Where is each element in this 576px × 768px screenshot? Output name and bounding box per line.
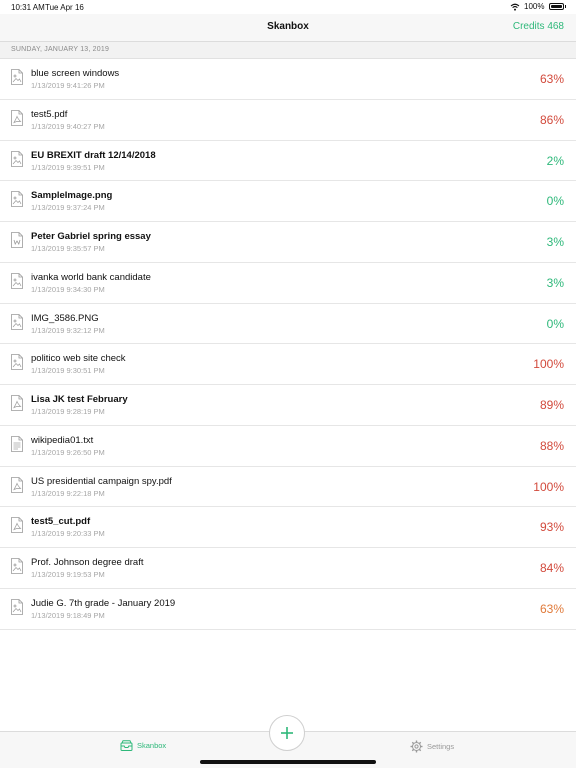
image-file-icon xyxy=(11,558,23,574)
list-item[interactable]: EU BREXIT draft 12/14/2018 1/13/2019 9:39… xyxy=(0,141,576,182)
add-document-button[interactable] xyxy=(269,715,305,751)
wifi-icon xyxy=(510,3,520,11)
battery-tip xyxy=(564,5,566,8)
document-name: Peter Gabriel spring essay xyxy=(31,231,151,242)
document-timestamp: 1/13/2019 9:26:50 PM xyxy=(31,447,105,457)
plagiarism-percent: 100% xyxy=(533,357,564,372)
document-timestamp: 1/13/2019 9:30:51 PM xyxy=(31,366,105,376)
tab-settings[interactable]: Settings xyxy=(410,740,454,753)
text-file-icon xyxy=(11,435,23,452)
list-item[interactable]: Prof. Johnson degree draft 1/13/2019 9:19… xyxy=(0,548,576,589)
tab-skanbox[interactable]: Skanbox xyxy=(120,740,166,751)
document-name: EU BREXIT draft 12/14/2018 xyxy=(31,149,156,161)
list-item[interactable]: Judie G. 7th grade - January 2019 1/13/20… xyxy=(0,589,576,630)
plagiarism-percent: 100% xyxy=(533,479,564,494)
status-bar: 10:31 AM Tue Apr 16 100% xyxy=(0,0,576,14)
home-indicator xyxy=(200,760,376,764)
list-item[interactable]: politico web site check 1/13/2019 9:30:51… xyxy=(0,344,576,385)
document-name: US presidential campaign spy.pdf xyxy=(31,475,172,487)
document-list: blue screen windows 1/13/2019 9:41:26 PM 6… xyxy=(0,59,576,630)
status-right: 100% xyxy=(510,2,566,11)
plagiarism-percent: 88% xyxy=(539,438,564,453)
list-item[interactable]: SampleImage.png 1/13/2019 9:37:24 PM 0% xyxy=(0,181,576,222)
page-title: Skanbox xyxy=(267,21,309,32)
document-name: wikipedia01.txt xyxy=(31,434,94,446)
document-timestamp: 1/13/2019 9:37:24 PM xyxy=(31,203,105,213)
document-timestamp: 1/13/2019 9:28:19 PM xyxy=(31,407,105,416)
tab-skanbox-label: Skanbox xyxy=(137,741,167,750)
document-timestamp: 1/13/2019 9:40:27 PM xyxy=(31,121,105,131)
document-timestamp: 1/13/2019 9:41:26 PM xyxy=(31,81,105,90)
plagiarism-percent: 3% xyxy=(546,235,564,249)
plagiarism-percent: 86% xyxy=(539,112,564,127)
status-time: 10:31 AM xyxy=(11,3,45,12)
image-file-icon xyxy=(11,354,23,371)
document-name: SampleImage.png xyxy=(31,190,113,202)
list-item[interactable]: IMG_3586.PNG 1/13/2019 9:32:12 PM 0% xyxy=(0,304,576,345)
status-date: Tue Apr 16 xyxy=(45,3,84,12)
plagiarism-percent: 2% xyxy=(546,153,564,168)
document-timestamp: 1/13/2019 9:19:53 PM xyxy=(31,570,105,579)
inbox-tray-icon xyxy=(120,740,133,751)
nav-bar: Skanbox Credits 468 xyxy=(0,14,576,42)
document-name: Prof. Johnson degree draft xyxy=(31,557,144,568)
battery-percent: 100% xyxy=(524,2,545,11)
document-name: ivanka world bank candidate xyxy=(31,271,151,283)
plagiarism-percent: 89% xyxy=(539,398,564,412)
document-name: Lisa JK test February xyxy=(31,394,128,405)
image-file-icon xyxy=(11,150,23,167)
battery-icon xyxy=(548,3,564,10)
image-file-icon xyxy=(11,191,23,208)
list-item[interactable]: wikipedia01.txt 1/13/2019 9:26:50 PM 88% xyxy=(0,426,576,467)
plagiarism-percent: 93% xyxy=(539,520,564,535)
document-timestamp: 1/13/2019 9:22:18 PM xyxy=(31,488,105,498)
document-timestamp: 1/13/2019 9:18:49 PM xyxy=(31,610,105,620)
list-item[interactable]: Lisa JK test February 1/13/2019 9:28:19 P… xyxy=(0,385,576,426)
list-item[interactable]: US presidential campaign spy.pdf 1/13/201… xyxy=(0,467,576,508)
document-name: blue screen windows xyxy=(31,68,120,79)
document-timestamp: 1/13/2019 9:20:33 PM xyxy=(31,529,105,539)
section-header: SUNDAY, JANUARY 13, 2019 xyxy=(0,42,576,59)
section-date-label: SUNDAY, JANUARY 13, 2019 xyxy=(11,46,110,53)
plagiarism-percent: 63% xyxy=(539,72,564,86)
image-file-icon xyxy=(11,598,23,615)
document-name: test5.pdf xyxy=(31,108,68,120)
document-timestamp: 1/13/2019 9:39:51 PM xyxy=(31,162,105,172)
document-name: Judie G. 7th grade - January 2019 xyxy=(31,597,176,609)
plagiarism-percent: 0% xyxy=(546,194,564,209)
credits-button[interactable]: Credits 468 xyxy=(513,21,564,32)
list-item[interactable]: ivanka world bank candidate 1/13/2019 9:3… xyxy=(0,263,576,304)
pdf-file-icon xyxy=(11,395,23,411)
image-file-icon xyxy=(11,272,23,289)
gear-icon xyxy=(410,740,423,753)
plagiarism-percent: 63% xyxy=(539,601,564,616)
pdf-file-icon xyxy=(11,109,23,126)
image-file-icon xyxy=(11,69,23,85)
list-item[interactable]: test5.pdf 1/13/2019 9:40:27 PM 86% xyxy=(0,100,576,141)
pdf-file-icon xyxy=(11,517,23,534)
list-item[interactable]: Peter Gabriel spring essay 1/13/2019 9:35… xyxy=(0,222,576,263)
document-timestamp: 1/13/2019 9:32:12 PM xyxy=(31,325,105,335)
document-timestamp: 1/13/2019 9:34:30 PM xyxy=(31,284,105,294)
pdf-file-icon xyxy=(11,476,23,493)
document-name: IMG_3586.PNG xyxy=(31,312,99,324)
list-item[interactable]: test5_cut.pdf 1/13/2019 9:20:33 PM 93% xyxy=(0,507,576,548)
plagiarism-percent: 3% xyxy=(546,275,564,290)
document-name: test5_cut.pdf xyxy=(31,516,91,528)
plagiarism-percent: 84% xyxy=(539,561,564,575)
document-name: politico web site check xyxy=(31,353,126,365)
image-file-icon xyxy=(11,313,23,330)
tab-settings-label: Settings xyxy=(427,742,455,751)
word-file-icon xyxy=(11,232,23,248)
plus-icon xyxy=(281,727,293,739)
document-timestamp: 1/13/2019 9:35:57 PM xyxy=(31,244,105,253)
list-item[interactable]: blue screen windows 1/13/2019 9:41:26 PM 6… xyxy=(0,59,576,100)
plagiarism-percent: 0% xyxy=(546,316,564,331)
